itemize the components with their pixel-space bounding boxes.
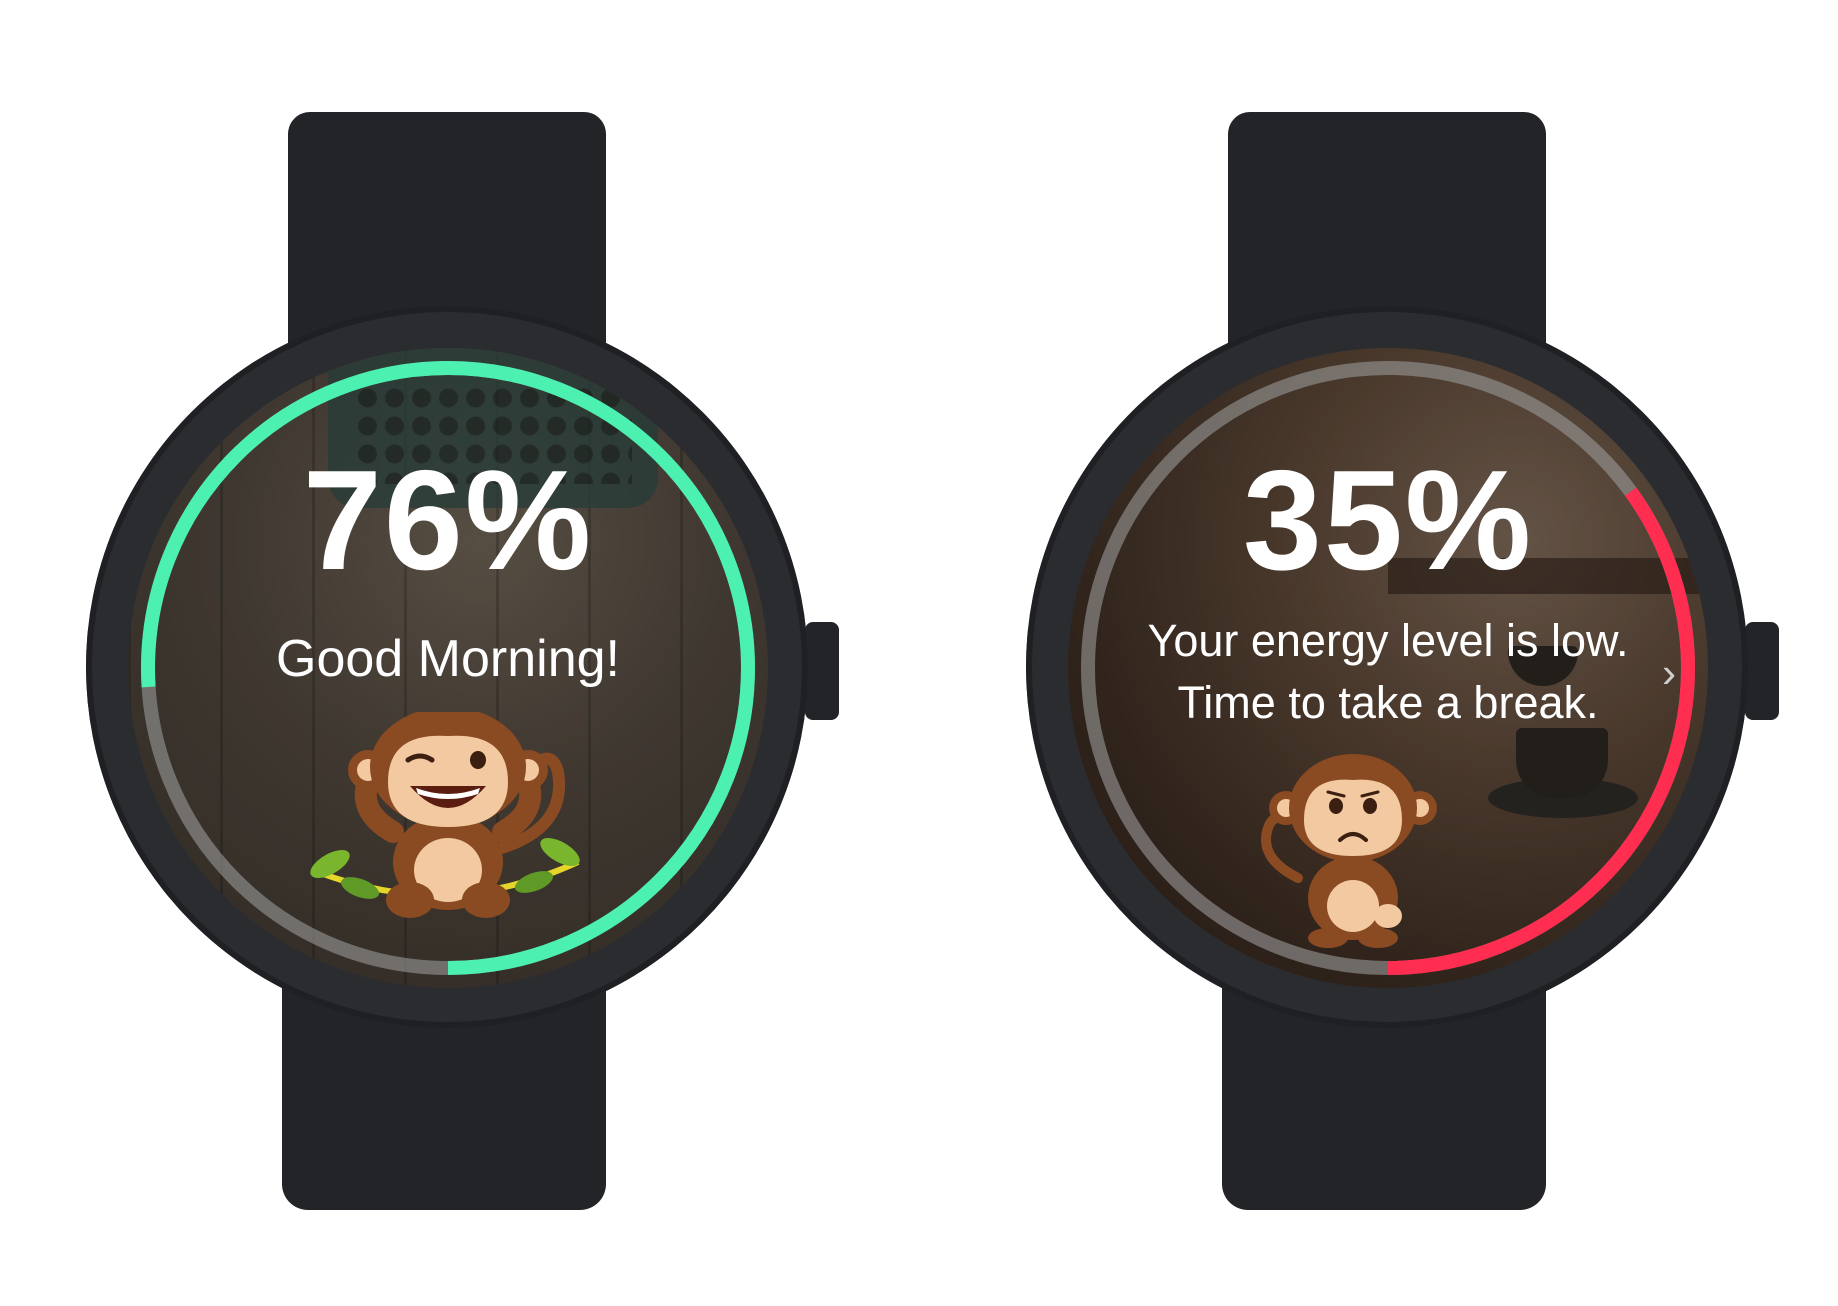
monkey-happy-icon — [310, 712, 580, 918]
message-line: Time to take a break. — [1177, 677, 1599, 728]
smartwatch-right: 35% Your energy level is low. Time to ta… — [940, 0, 1779, 1306]
watch-crown[interactable] — [1745, 622, 1779, 720]
greeting-message: Good Morning! — [128, 628, 768, 690]
low-energy-message: Your energy level is low. Time to take a… — [1068, 610, 1708, 734]
message-line: Your energy level is low. — [1147, 615, 1629, 666]
smartwatch-left: 76% Good Morning! — [0, 0, 839, 1306]
energy-percentage: 76% — [302, 441, 594, 600]
watch-crown[interactable] — [805, 622, 839, 720]
monkey-sad-icon — [1261, 754, 1437, 948]
energy-percentage: 35% — [1242, 441, 1534, 600]
chevron-right-icon[interactable]: › — [1662, 652, 1676, 694]
message-line: Good Morning! — [276, 630, 620, 688]
